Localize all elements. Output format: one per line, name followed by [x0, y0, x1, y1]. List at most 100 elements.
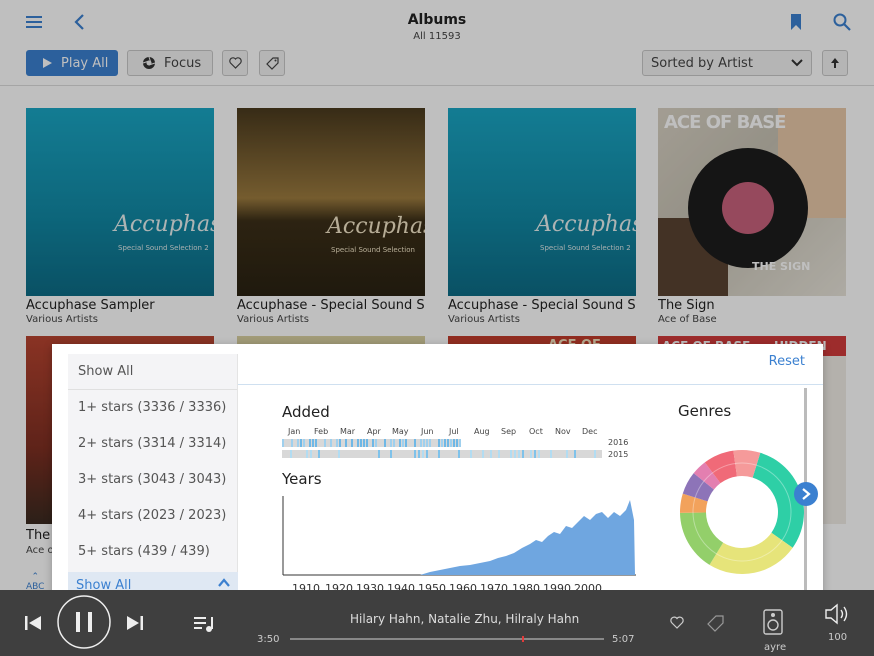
heatmap-cell: [282, 439, 284, 447]
heatmap-cell: [426, 450, 428, 458]
heatmap-cell: [315, 439, 317, 447]
heatmap-cell: [405, 439, 407, 447]
heatmap-cell: [336, 439, 338, 447]
genres-label: Genres: [678, 402, 732, 420]
heatmap-cell: [390, 450, 392, 458]
heatmap-cell: [378, 450, 380, 458]
heatmap-cell: [534, 450, 536, 458]
heatmap-cell: [594, 450, 596, 458]
heatmap-cell: [399, 439, 401, 447]
heatmap-cell: [459, 439, 461, 447]
filter-option[interactable]: 3+ stars (3043 / 3043): [68, 462, 237, 498]
filter-option[interactable]: 2+ stars (3314 / 3314): [68, 426, 237, 462]
month-label: Oct: [529, 427, 543, 436]
month-label: Aug: [474, 427, 490, 436]
heatmap-cell: [441, 439, 443, 447]
heatmap-cell: [390, 439, 392, 447]
next-page-button[interactable]: [794, 482, 818, 506]
heatmap-cell: [574, 450, 576, 458]
speaker-icon[interactable]: [762, 608, 784, 636]
heatmap-cell: [303, 439, 305, 447]
donut-ring: [692, 462, 792, 562]
month-label: Feb: [314, 427, 329, 436]
queue-icon[interactable]: [193, 614, 215, 634]
heatmap-cell: [418, 450, 420, 458]
heatmap-cell: [384, 439, 386, 447]
heatmap-cell: [444, 439, 446, 447]
heatmap-cell: [456, 439, 458, 447]
added-label: Added: [282, 403, 330, 421]
chevron-up-icon: [218, 578, 230, 587]
heatmap-cell: [318, 450, 320, 458]
heatmap-cell: [345, 439, 347, 447]
heatmap-cell: [339, 439, 341, 447]
heatmap-cell: [518, 450, 520, 458]
heatmap-cell: [420, 439, 422, 447]
years-area-chart: [282, 496, 636, 576]
heatmap-cell: [490, 450, 492, 458]
heatmap-cell: [300, 439, 302, 447]
heatmap-cell: [482, 450, 484, 458]
heatmap-cell: [458, 450, 460, 458]
heatmap-cell: [510, 450, 512, 458]
genres-donut-chart: [680, 450, 804, 574]
volume-icon[interactable]: [824, 602, 850, 626]
heatmap-cell: [297, 439, 299, 447]
heatmap-cell: [306, 450, 308, 458]
star-filter-list: Show All 1+ stars (3336 / 3336) 2+ stars…: [68, 354, 238, 600]
heatmap-cell: [393, 439, 395, 447]
heatmap-cell: [538, 450, 540, 458]
now-playing-artist[interactable]: Hilary Hahn, Natalie Zhu, Hilraly Hahn: [350, 612, 579, 626]
chevron-right-icon: [802, 488, 811, 500]
month-label: Nov: [555, 427, 571, 436]
time-elapsed: 3:50: [257, 634, 280, 645]
heatmap-cell: [522, 450, 524, 458]
heatmap-cell: [366, 439, 368, 447]
tag-icon[interactable]: [707, 614, 725, 632]
month-label: Dec: [582, 427, 598, 436]
heatmap-cell: [363, 439, 365, 447]
year-label: 2016: [608, 438, 629, 447]
divider: [238, 384, 823, 385]
heatmap-cell: [357, 439, 359, 447]
reset-button[interactable]: Reset: [769, 354, 805, 369]
previous-track-icon[interactable]: [24, 614, 42, 632]
pause-button[interactable]: [56, 594, 112, 650]
heatmap-cell: [498, 450, 500, 458]
heatmap-cell: [309, 439, 311, 447]
heatmap-cell: [470, 450, 472, 458]
year-label: 2015: [608, 450, 629, 459]
next-track-icon[interactable]: [126, 614, 144, 632]
month-label: May: [392, 427, 409, 436]
heatmap-cell: [414, 439, 416, 447]
heatmap-cell: [375, 439, 377, 447]
volume-level: 100: [828, 632, 848, 643]
heatmap-cell: [312, 439, 314, 447]
heatmap-cell: [438, 439, 440, 447]
heatmap-cell: [360, 439, 362, 447]
month-label: Sep: [501, 427, 517, 436]
heatmap-cell: [330, 439, 332, 447]
filter-option[interactable]: 1+ stars (3336 / 3336): [68, 390, 237, 426]
heatmap-cell: [338, 450, 340, 458]
heatmap-cell: [530, 450, 532, 458]
heatmap-cell: [324, 439, 326, 447]
zone-name: ayre: [764, 642, 787, 653]
heatmap-cell: [290, 450, 292, 458]
heart-icon[interactable]: [670, 616, 684, 629]
month-label: Apr: [367, 427, 381, 436]
filter-option[interactable]: 4+ stars (2023 / 2023): [68, 498, 237, 534]
time-total: 5:07: [612, 634, 635, 645]
heatmap-cell: [351, 439, 353, 447]
heatmap-cell: [422, 450, 424, 458]
heatmap-cell: [514, 450, 516, 458]
seek-waveform[interactable]: [290, 636, 604, 642]
filter-option[interactable]: Show All: [68, 354, 237, 390]
heatmap-cell: [426, 439, 428, 447]
added-heatmap: [282, 439, 602, 458]
heatmap-cell: [429, 439, 431, 447]
filter-option[interactable]: 5+ stars (439 / 439): [68, 534, 237, 570]
filter-panel: Reset Show All 1+ stars (3336 / 3336) 2+…: [52, 344, 823, 612]
month-label: Mar: [340, 427, 356, 436]
heatmap-cell: [402, 439, 404, 447]
